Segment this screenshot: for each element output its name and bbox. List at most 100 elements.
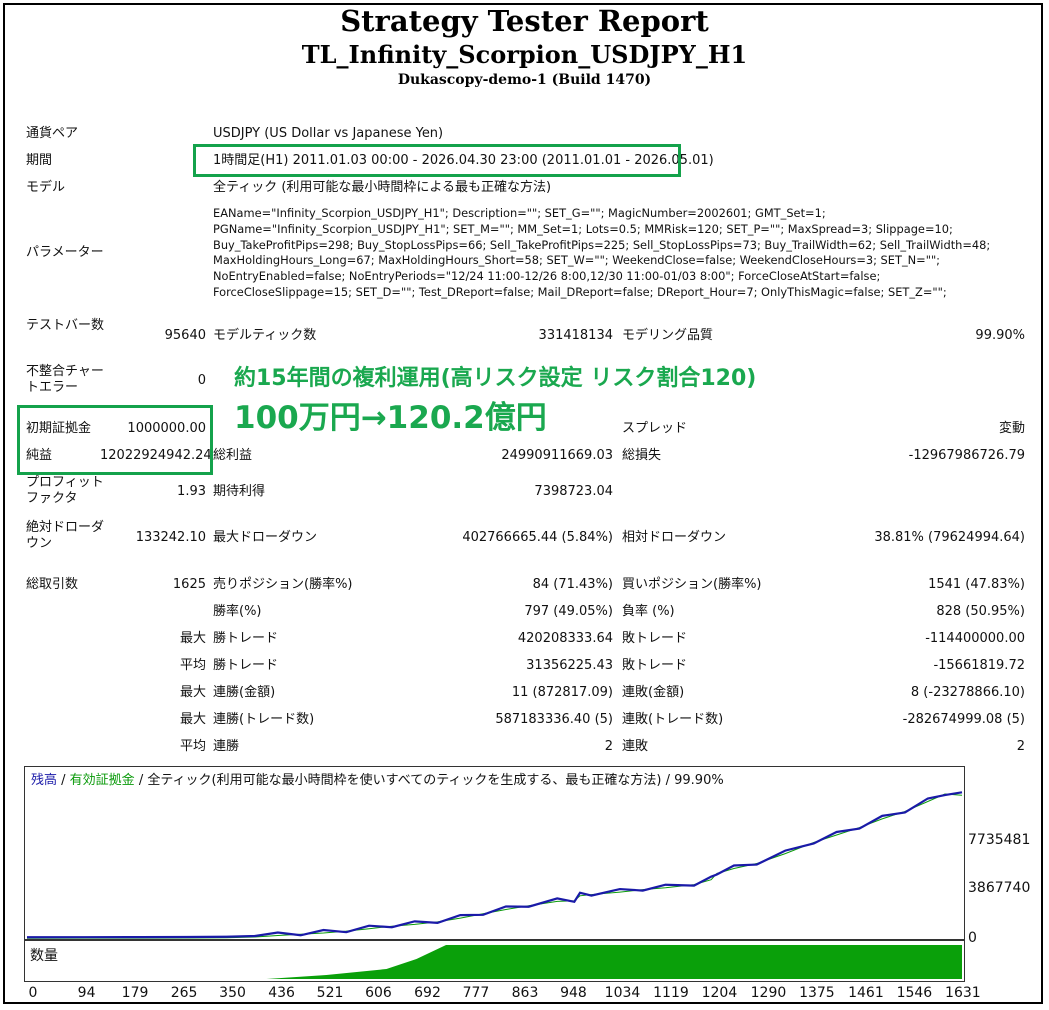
max-label: 最大 [179, 712, 206, 727]
spread-label: スプレッド [622, 421, 688, 436]
ticks-label: モデルティック数 [213, 328, 317, 343]
x-tick-label: 606 [365, 985, 392, 1001]
max-label: 最大 [179, 631, 206, 646]
legend-balance: 残高 [31, 773, 58, 788]
deposit-highlight-box [17, 405, 213, 475]
largest-loss-value: -114400000.00 [925, 631, 1025, 646]
avg-label: 平均 [179, 739, 206, 754]
x-tick-label: 1204 [701, 985, 738, 1001]
gross-profit-value: 24990911669.03 [501, 448, 613, 463]
max-drawdown-value: 402766665.44 (5.84%) [462, 530, 613, 545]
abs-drawdown-value: 133242.10 [135, 530, 206, 545]
x-tick-label: 521 [316, 985, 344, 1001]
legend-description: / 全ティック(利用可能な最小時間枠を使いすべてのティックを生成する、最も正確な… [134, 773, 724, 788]
model-value: 全ティック (利用可能な最小時間枠による最も正確な方法) [213, 180, 552, 195]
x-tick-label: 1375 [799, 985, 835, 1001]
x-tick-label: 179 [121, 985, 149, 1001]
x-tick-label: 436 [268, 985, 295, 1001]
annotation-line-2: 100万円→120.2億円 [234, 400, 547, 436]
balance-chart-svg [26, 791, 963, 939]
largest-win-value: 420208333.64 [517, 631, 613, 646]
x-tick-label: 265 [170, 985, 198, 1001]
gross-loss-value: -12967986726.79 [908, 448, 1025, 463]
y-tick-label: 0 [968, 930, 977, 946]
y-tick-label: 7735481 [968, 832, 1031, 848]
max-label: 最大 [179, 685, 206, 700]
avg-win-label: 勝トレード [213, 658, 279, 673]
max-consec-lossamt-label: 連敗(トレード数) [622, 712, 724, 727]
avg-loss-value: -15661819.72 [933, 658, 1025, 673]
params-label: パラメーター [26, 245, 104, 260]
mismatch-value: 0 [197, 373, 206, 388]
avg-consec-loss-label: 連敗 [622, 739, 649, 754]
largest-win-label: 勝トレード [213, 631, 279, 646]
volume-label: 数量 [30, 948, 58, 964]
volume-chart [24, 940, 965, 982]
avg-label: 平均 [179, 658, 206, 673]
x-tick-label: 1631 [945, 985, 981, 1001]
avg-consec-win-label: 連勝 [213, 739, 240, 754]
volume-area [266, 945, 962, 979]
gross-profit-label: 総利益 [213, 448, 253, 463]
report-title: Strategy Tester Report [340, 4, 709, 38]
avg-consec-win-value: 2 [604, 739, 613, 754]
x-tick-label: 1290 [750, 985, 787, 1001]
x-tick-label: 0 [28, 985, 38, 1001]
legend-equity: 有効証拠金 [69, 773, 135, 788]
volume-chart-svg [266, 945, 962, 979]
x-tick-label: 1119 [653, 985, 689, 1001]
rel-drawdown-label: 相対ドローダウン [622, 530, 727, 545]
gross-loss-label: 総損失 [622, 448, 662, 463]
x-tick-label: 777 [462, 985, 490, 1001]
x-tick-label: 1546 [896, 985, 933, 1001]
avg-win-value: 31356225.43 [526, 658, 613, 673]
mismatch-label: 不整合チャートエラー [26, 364, 104, 395]
expected-payoff-value: 7398723.04 [534, 484, 613, 499]
long-positions-label: 買いポジション(勝率%) [622, 577, 762, 592]
quality-label: モデリング品質 [622, 328, 714, 343]
pair-value: USDJPY (US Dollar vs Japanese Yen) [213, 126, 444, 141]
loss-rate-label: 負率 (%) [622, 604, 675, 619]
equity-line [26, 793, 963, 939]
max-consec-profit-label: 連勝(トレード数) [213, 712, 315, 727]
profit-factor-value: 1.93 [177, 484, 206, 499]
server-name: Dukascopy-demo-1 (Build 1470) [397, 72, 652, 88]
annotation-line-1: 約15年間の複利運用(高リスク設定 リスク割合120) [234, 366, 757, 391]
win-rate-value: 797 (49.05%) [524, 604, 613, 619]
model-label: モデル [26, 180, 66, 195]
total-trades-label: 総取引数 [26, 577, 79, 592]
max-consec-win-value: 11 (872817.09) [511, 685, 613, 700]
x-tick-label: 948 [560, 985, 587, 1001]
quality-value: 99.90% [975, 328, 1025, 343]
y-tick-label: 3867740 [968, 880, 1031, 896]
period-label: 期間 [26, 153, 53, 168]
bars-value: 95640 [164, 328, 206, 343]
abs-drawdown-label: 絶対ドローダウン [26, 520, 105, 551]
bars-label: テストバー数 [26, 318, 105, 333]
long-positions-value: 1541 (47.83%) [928, 577, 1025, 592]
max-consec-profit-value: 587183336.40 (5) [495, 712, 613, 727]
period-highlight-box [193, 144, 681, 177]
x-tick-label: 863 [511, 985, 539, 1001]
x-tick-label: 1461 [848, 985, 884, 1001]
pair-label: 通貨ペア [26, 126, 79, 141]
max-drawdown-label: 最大ドローダウン [213, 530, 318, 545]
profit-factor-label: プロフィットファクタ [26, 475, 104, 506]
ea-name: TL_Infinity_Scorpion_USDJPY_H1 [301, 40, 748, 69]
max-consec-lossamt-value: -282674999.08 (5) [902, 712, 1025, 727]
total-trades-value: 1625 [172, 577, 206, 592]
balance-line [26, 791, 963, 939]
largest-loss-label: 敗トレード [622, 631, 688, 646]
expected-payoff-label: 期待利得 [213, 484, 266, 499]
legend-separator: / [57, 773, 70, 788]
win-rate-label: 勝率(%) [213, 604, 262, 619]
balance-chart [24, 766, 965, 940]
params-value: EAName="Infinity_Scorpion_USDJPY_H1"; De… [213, 206, 991, 299]
rel-drawdown-value: 38.81% (79624994.64) [874, 530, 1025, 545]
short-positions-value: 84 (71.43%) [532, 577, 613, 592]
max-consec-win-label: 連勝(金額) [213, 685, 276, 700]
x-tick-label: 1034 [604, 985, 641, 1001]
spread-value: 変動 [998, 421, 1025, 436]
ticks-value: 331418134 [538, 328, 613, 343]
avg-consec-loss-value: 2 [1016, 739, 1025, 754]
